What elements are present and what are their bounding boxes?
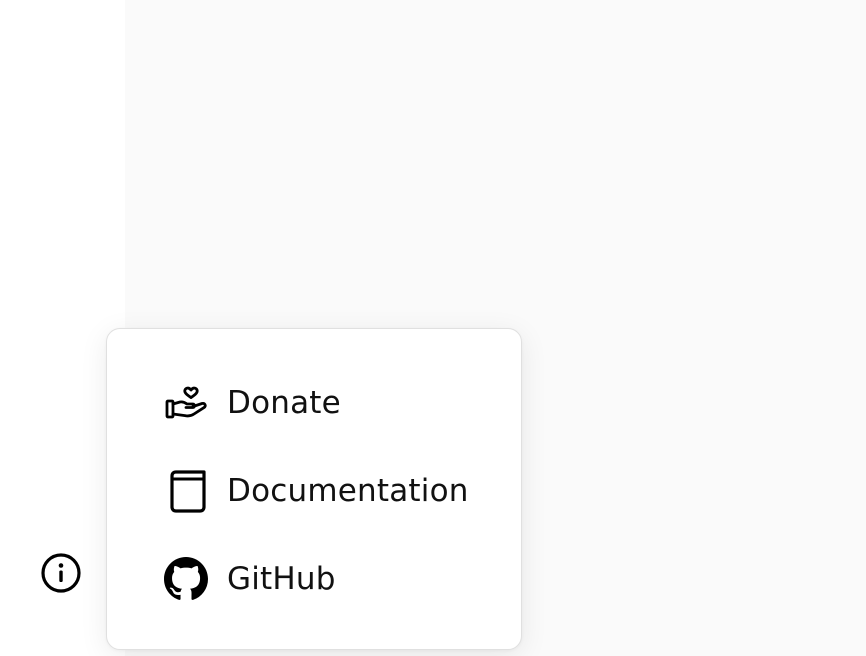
info-circle-icon <box>41 553 81 593</box>
menu-item-donate[interactable]: Donate <box>107 359 521 447</box>
menu-item-documentation[interactable]: Documentation <box>107 447 521 535</box>
info-button[interactable] <box>39 551 83 595</box>
app-screen: Donate Documentation GitHub <box>0 0 866 656</box>
menu-item-github[interactable]: GitHub <box>107 535 521 623</box>
menu-item-label: Donate <box>227 385 341 421</box>
menu-item-label: GitHub <box>227 561 336 597</box>
menu-item-label: Documentation <box>227 473 469 509</box>
github-icon <box>164 555 212 603</box>
info-menu: Donate Documentation GitHub <box>106 328 522 650</box>
book-icon <box>164 467 212 515</box>
donate-hand-heart-icon <box>164 379 212 427</box>
